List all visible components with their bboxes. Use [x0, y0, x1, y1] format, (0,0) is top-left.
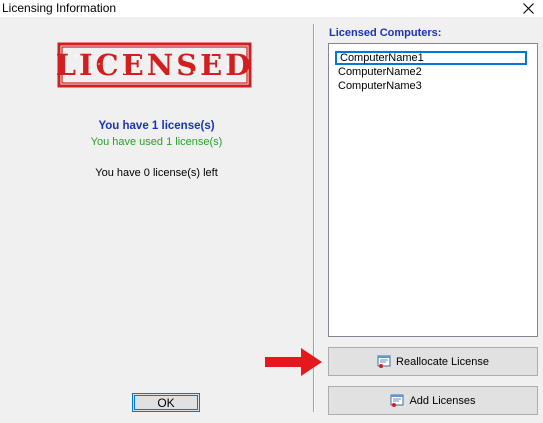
- license-count-text: You have 1 license(s): [98, 120, 215, 132]
- add-licenses-button[interactable]: Add Licenses: [328, 386, 538, 415]
- license-left-text: You have 0 license(s) left: [95, 167, 218, 179]
- close-icon: [522, 3, 534, 14]
- ok-button[interactable]: OK: [132, 393, 200, 412]
- license-used-text: You have used 1 license(s): [90, 136, 223, 148]
- ok-button-label: OK: [157, 395, 175, 410]
- list-item-computer-2[interactable]: ComputerName2: [337, 65, 423, 79]
- window-title: Licensing Information: [2, 1, 117, 15]
- stamp-text: LICENSED: [57, 48, 252, 82]
- licensed-computers-label: Licensed Computers:: [329, 27, 442, 39]
- close-button[interactable]: [513, 0, 543, 17]
- certificate-icon: [377, 355, 391, 368]
- red-arrow-icon: [265, 348, 322, 376]
- licensed-stamp: LICENSED: [57, 42, 252, 88]
- list-item-computer-3[interactable]: ComputerName3: [337, 79, 423, 93]
- add-licenses-label: Add Licenses: [409, 394, 476, 407]
- title-bar: Licensing Information: [0, 0, 543, 17]
- reallocate-license-label: Reallocate License: [396, 355, 489, 368]
- reallocate-license-button[interactable]: Reallocate License: [328, 347, 538, 376]
- licensed-computers-list[interactable]: ComputerName1 ComputerName2 ComputerName…: [328, 43, 538, 337]
- list-item-computer-1[interactable]: ComputerName1: [335, 51, 527, 65]
- certificate-icon: [390, 394, 404, 407]
